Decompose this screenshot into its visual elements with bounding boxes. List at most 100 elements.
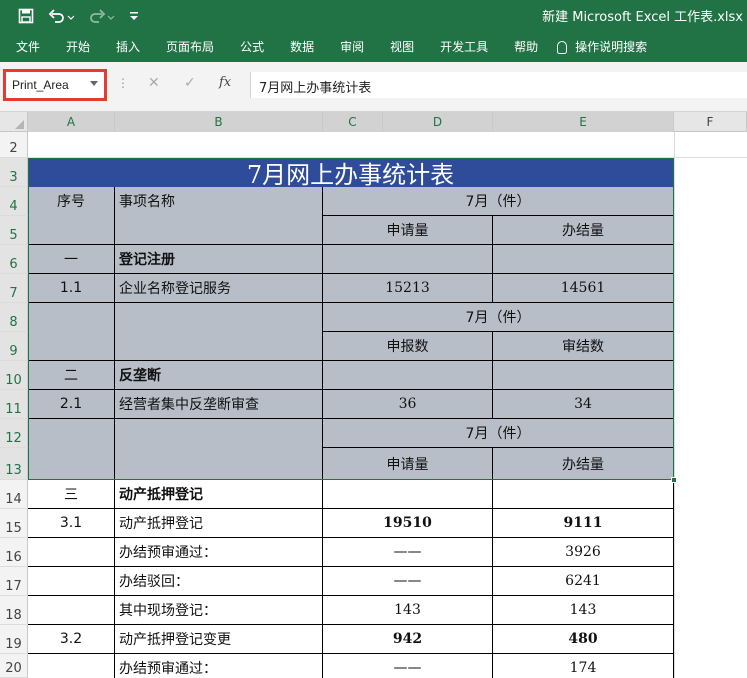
table-cell[interactable]	[28, 419, 115, 480]
table-cell[interactable]	[493, 245, 674, 274]
tab-help[interactable]: 帮助	[501, 32, 551, 62]
row-header-19[interactable]: 19	[0, 625, 28, 654]
worksheet-grid[interactable]: A B C D E F 2 3 4 5 6 7 8 9 10 11 12 13 …	[0, 112, 747, 678]
item-value-1[interactable]: 19510	[323, 509, 493, 538]
item-name[interactable]: 企业名称登记服务	[115, 274, 323, 303]
customize-icon[interactable]	[126, 5, 142, 27]
table-cell[interactable]	[493, 361, 674, 390]
formula-input[interactable]: 7月网上办事统计表	[250, 72, 747, 98]
item-value-2[interactable]: 480	[493, 625, 674, 654]
table-cell[interactable]	[28, 596, 115, 625]
row-header-15[interactable]: 15	[0, 509, 28, 538]
row-header-7[interactable]: 7	[0, 274, 28, 303]
undo-icon[interactable]	[46, 5, 78, 27]
row-header-18[interactable]: 18	[0, 596, 28, 625]
header-review[interactable]: 审结数	[493, 332, 674, 361]
item-name[interactable]: 办结驳回：	[115, 567, 323, 596]
row-header-4[interactable]: 4	[0, 187, 28, 216]
table-cell[interactable]	[28, 538, 115, 567]
tab-data[interactable]: 数据	[277, 32, 327, 62]
name-box[interactable]: Print_Area	[3, 69, 107, 101]
row-header-17[interactable]: 17	[0, 567, 28, 596]
table-cell[interactable]	[323, 245, 493, 274]
table-cell[interactable]	[323, 480, 493, 509]
tab-page-layout[interactable]: 页面布局	[153, 32, 227, 62]
header-month[interactable]: 7月（件）	[323, 187, 674, 216]
item-value-1[interactable]: ——	[323, 538, 493, 567]
column-header-a[interactable]: A	[28, 112, 115, 132]
item-value-2[interactable]: 34	[493, 390, 674, 419]
item-value-1[interactable]: 143	[323, 596, 493, 625]
item-value-1[interactable]: ——	[323, 654, 493, 678]
column-header-b[interactable]: B	[115, 112, 323, 132]
cancel-icon[interactable]: ✕	[148, 75, 160, 91]
row-header-5[interactable]: 5	[0, 216, 28, 245]
enter-icon[interactable]: ✓	[184, 75, 196, 91]
header-done[interactable]: 办结量	[493, 448, 674, 480]
tab-home[interactable]: 开始	[53, 32, 103, 62]
section-name[interactable]: 反垄断	[115, 361, 323, 390]
item-name[interactable]: 其中现场登记：	[115, 596, 323, 625]
insert-function-icon[interactable]: fx	[219, 75, 231, 90]
table-cell[interactable]	[28, 567, 115, 596]
item-value-1[interactable]: ——	[323, 567, 493, 596]
save-icon[interactable]	[14, 5, 38, 27]
row-header-12[interactable]: 12	[0, 419, 28, 448]
table-cell[interactable]	[323, 361, 493, 390]
section-name[interactable]: 登记注册	[115, 245, 323, 274]
tab-review[interactable]: 审阅	[327, 32, 377, 62]
table-title[interactable]: 7月网上办事统计表	[28, 158, 673, 189]
tab-file[interactable]: 文件	[0, 32, 53, 62]
item-num[interactable]: 1.1	[28, 274, 115, 303]
item-name[interactable]: 动产抵押登记	[115, 509, 323, 538]
item-value-2[interactable]: 3926	[493, 538, 674, 567]
table-cell[interactable]	[493, 480, 674, 509]
row-header-16[interactable]: 16	[0, 538, 28, 567]
column-header-c[interactable]: C	[323, 112, 383, 132]
row-header-9[interactable]: 9	[0, 332, 28, 361]
row-header-14[interactable]: 14	[0, 480, 28, 509]
item-name[interactable]: 经营者集中反垄断审查	[115, 390, 323, 419]
table-cell[interactable]	[115, 303, 323, 361]
item-name[interactable]: 办结预审通过：	[115, 654, 323, 678]
section-num[interactable]: 三	[28, 480, 115, 509]
table-cell[interactable]	[115, 419, 323, 480]
table-cell[interactable]	[28, 654, 115, 678]
chevron-down-icon[interactable]	[90, 81, 98, 86]
tab-developer[interactable]: 开发工具	[427, 32, 501, 62]
header-apply[interactable]: 申请量	[323, 448, 493, 480]
header-month[interactable]: 7月（件）	[323, 303, 674, 332]
select-all-button[interactable]	[0, 112, 28, 132]
header-apply[interactable]: 申请量	[323, 216, 493, 245]
header-report[interactable]: 申报数	[323, 332, 493, 361]
row-header-6[interactable]: 6	[0, 245, 28, 274]
header-item[interactable]: 事项名称	[115, 187, 323, 245]
table-cell[interactable]	[28, 303, 115, 361]
row-header-3[interactable]: 3	[0, 158, 28, 187]
item-value-1[interactable]: 942	[323, 625, 493, 654]
item-value-2[interactable]: 6241	[493, 567, 674, 596]
more-icon[interactable]: ⋮	[117, 76, 129, 90]
item-num[interactable]: 3.2	[28, 625, 115, 654]
section-num[interactable]: 二	[28, 361, 115, 390]
item-name[interactable]: 办结预审通过：	[115, 538, 323, 567]
column-header-f[interactable]: F	[674, 112, 747, 132]
row-header-13[interactable]: 13	[0, 448, 28, 480]
header-seq[interactable]: 序号	[28, 187, 115, 245]
tab-view[interactable]: 视图	[377, 32, 427, 62]
header-done[interactable]: 办结量	[493, 216, 674, 245]
item-name[interactable]: 动产抵押登记变更	[115, 625, 323, 654]
tab-insert[interactable]: 插入	[103, 32, 153, 62]
row-header-11[interactable]: 11	[0, 390, 28, 419]
row-header-20[interactable]: 20	[0, 654, 28, 678]
item-value-2[interactable]: 14561	[493, 274, 674, 303]
tab-formulas[interactable]: 公式	[227, 32, 277, 62]
item-value-1[interactable]: 36	[323, 390, 493, 419]
column-header-d[interactable]: D	[383, 112, 493, 132]
column-header-e[interactable]: E	[493, 112, 674, 132]
section-name[interactable]: 动产抵押登记	[115, 480, 323, 509]
row-header-10[interactable]: 10	[0, 361, 28, 390]
section-num[interactable]: 一	[28, 245, 115, 274]
header-month[interactable]: 7月（件）	[323, 419, 674, 448]
item-value-2[interactable]: 174	[493, 654, 674, 678]
